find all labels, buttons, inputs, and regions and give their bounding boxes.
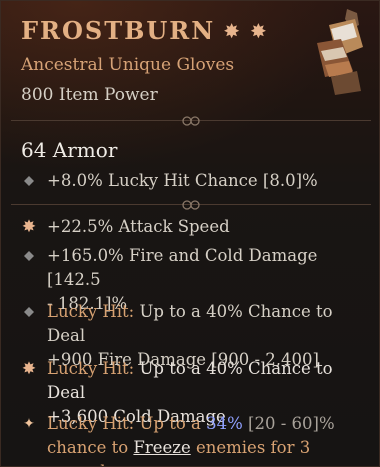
knot-ornament-icon [182,200,200,210]
star-burst-icon: ✸ [21,359,37,379]
diamond-icon [21,244,37,268]
star-burst-icon: ✸ [249,19,267,43]
star-burst-icon: ✸ [223,19,240,43]
diamond-icon [21,300,37,324]
knot-ornament-icon [182,116,200,126]
diamond-icon [21,169,37,193]
star-burst-icon: ✸ [21,217,37,237]
implicit-text: +8.0% Lucky Hit Chance [8.0]% [47,171,318,190]
freeze-chance-value: 34% [206,414,243,433]
armor-value: 64 Armor [21,138,118,162]
separator [1,198,379,212]
title-row: FROSTBURN ✸ ✸ [21,15,267,47]
gloves-icon [317,9,363,95]
separator [1,114,379,128]
item-power: 800 Item Power [21,85,158,105]
item-name: FROSTBURN [21,16,216,45]
item-type: Ancestral Unique Gloves [21,55,235,75]
item-tooltip: FROSTBURN ✸ ✸ Ancestral Unique Gloves 80… [0,0,380,467]
freeze-keyword-link[interactable]: Freeze [133,438,190,457]
star-burst-icon: ✦ [23,416,35,432]
